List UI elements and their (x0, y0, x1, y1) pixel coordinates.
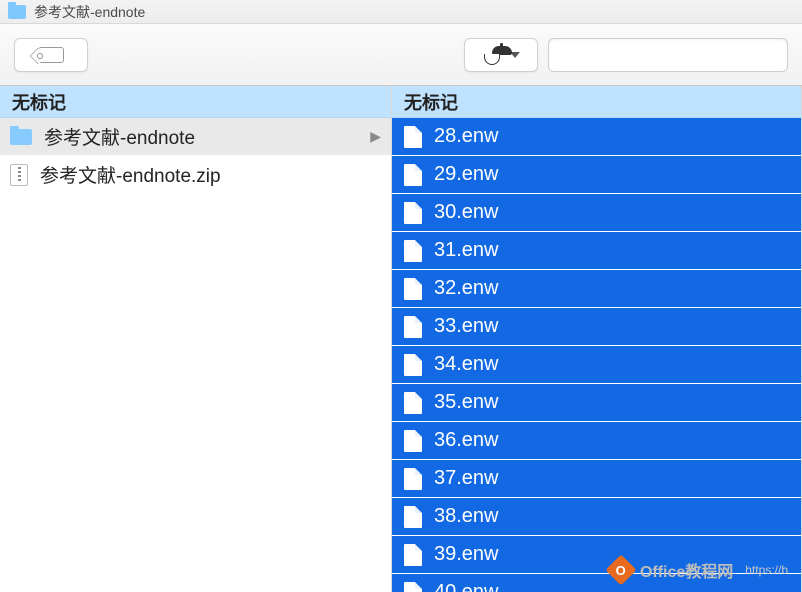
tag-icon (38, 47, 64, 63)
file-icon (404, 240, 422, 262)
file-item-7[interactable]: 35.enw (392, 384, 801, 422)
file-icon (404, 354, 422, 376)
acorn-icon (482, 45, 502, 65)
file-label: 30.enw (434, 201, 499, 224)
file-icon (404, 468, 422, 490)
action-dropdown[interactable] (464, 38, 538, 72)
left-column-header: 无标记 (0, 86, 391, 118)
file-icon (404, 544, 422, 566)
file-label: 36.enw (434, 429, 499, 452)
file-label: 39.enw (434, 543, 499, 566)
file-label: 28.enw (434, 125, 499, 148)
file-label: 31.enw (434, 239, 499, 262)
column-view: 无标记 参考文献-endnote ▶ 参考文献-endnote.zip 无标记 28… (0, 86, 802, 592)
file-item-5[interactable]: 33.enw (392, 308, 801, 346)
file-icon (404, 164, 422, 186)
left-item-0[interactable]: 参考文献-endnote ▶ (0, 118, 391, 156)
file-item-12[interactable]: 40.enw (392, 574, 801, 592)
file-item-9[interactable]: 37.enw (392, 460, 801, 498)
file-label: 34.enw (434, 353, 499, 376)
folder-icon (8, 5, 26, 19)
file-item-1[interactable]: 29.enw (392, 156, 801, 194)
file-label: 40.enw (434, 581, 499, 592)
file-item-0[interactable]: 28.enw (392, 118, 801, 156)
toolbar (0, 24, 802, 86)
file-label: 38.enw (434, 505, 499, 528)
left-column: 无标记 参考文献-endnote ▶ 参考文献-endnote.zip (0, 86, 392, 592)
window-title: 参考文献-endnote (34, 2, 145, 22)
file-item-8[interactable]: 36.enw (392, 422, 801, 460)
file-item-4[interactable]: 32.enw (392, 270, 801, 308)
file-label: 35.enw (434, 391, 499, 414)
left-item-1[interactable]: 参考文献-endnote.zip (0, 156, 391, 194)
file-icon (404, 506, 422, 528)
file-item-11[interactable]: 39.enw (392, 536, 801, 574)
file-icon (404, 392, 422, 414)
file-icon (404, 430, 422, 452)
search-input[interactable] (548, 38, 788, 72)
right-column: 无标记 28.enw 29.enw 30.enw 31.enw 32.enw 33.enw… (392, 86, 802, 592)
file-item-6[interactable]: 34.enw (392, 346, 801, 384)
file-icon (404, 278, 422, 300)
folder-icon (10, 129, 32, 145)
item-label: 参考文献-endnote.zip (40, 161, 221, 188)
file-label: 29.enw (434, 163, 499, 186)
file-icon (404, 582, 422, 592)
right-column-header: 无标记 (392, 86, 801, 118)
file-label: 37.enw (434, 467, 499, 490)
file-icon (404, 126, 422, 148)
file-item-10[interactable]: 38.enw (392, 498, 801, 536)
chevron-right-icon: ▶ (370, 128, 381, 145)
titlebar: 参考文献-endnote (0, 0, 802, 24)
item-label: 参考文献-endnote (44, 123, 195, 150)
file-item-3[interactable]: 31.enw (392, 232, 801, 270)
file-icon (404, 202, 422, 224)
file-label: 33.enw (434, 315, 499, 338)
tags-button[interactable] (14, 38, 88, 72)
left-list: 参考文献-endnote ▶ 参考文献-endnote.zip (0, 118, 391, 194)
right-list: 28.enw 29.enw 30.enw 31.enw 32.enw 33.enw 34.e… (392, 118, 801, 592)
file-label: 32.enw (434, 277, 499, 300)
file-item-2[interactable]: 30.enw (392, 194, 801, 232)
zip-icon (10, 164, 28, 186)
file-icon (404, 316, 422, 338)
